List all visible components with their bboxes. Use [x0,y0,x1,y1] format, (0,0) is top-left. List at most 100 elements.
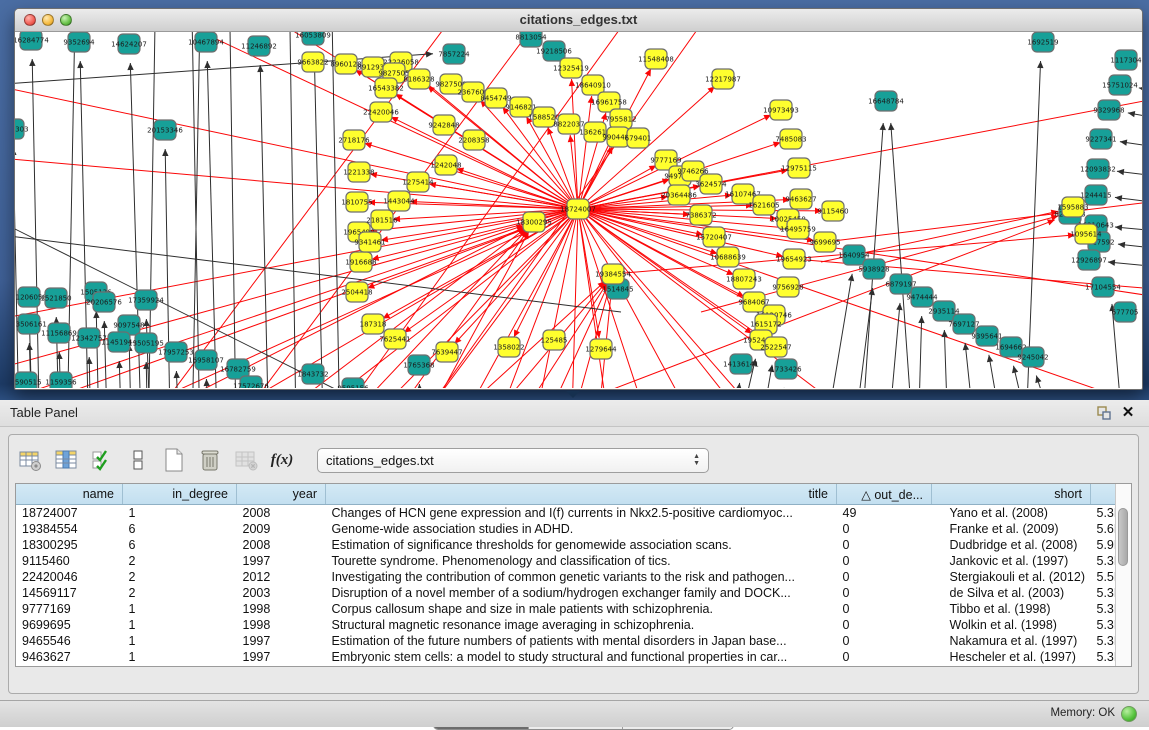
graph-node[interactable]: 7625441 [379,329,410,349]
cell-year[interactable]: 1997 [237,553,326,569]
table-row[interactable]: 911546021997Tourette syndrome. Phenomeno… [16,553,1132,569]
graph-node[interactable]: 9227341 [1085,129,1116,149]
cell-year[interactable]: 2012 [237,569,326,585]
graph-node[interactable]: 2061303 [15,119,29,139]
graph-node[interactable]: 1159356 [45,372,77,388]
graph-node[interactable]: 9352694 [63,32,95,52]
graph-node[interactable]: 18807243 [726,269,762,289]
graph-node[interactable]: 9595156 [337,378,369,388]
split-pane-grabber[interactable] [566,391,580,398]
graph-node[interactable]: 9590515 [15,372,42,388]
graph-node[interactable]: 2208358 [458,130,489,150]
graph-node[interactable]: 9115460 [817,201,848,221]
graph-node[interactable]: 125485 [541,330,568,350]
cell-name[interactable]: 19384554 [16,521,123,537]
graph-node[interactable]: 1221338 [343,162,374,182]
cell-in_degree[interactable]: 1 [123,633,237,649]
cell-year[interactable]: 2008 [237,537,326,553]
graph-node[interactable]: 16284774 [15,32,49,50]
table-row[interactable]: 1872400712008Changes of HCN gene express… [16,505,1132,522]
graph-node[interactable]: 9699695 [809,232,840,252]
graph-node[interactable]: 16648784 [868,91,904,111]
graph-node[interactable]: 5938928 [858,259,889,279]
select-all-rows-icon[interactable] [89,447,115,473]
graph-node[interactable]: 1242048 [430,155,461,175]
table-select-dropdown[interactable]: citations_edges.txt ▲▼ [317,448,709,473]
graph-node[interactable]: 1733426 [770,359,802,379]
network-window[interactable]: citations_edges.txt 16284774 9352694 14624… [14,8,1143,390]
graph-node[interactable]: 9756928 [772,277,803,297]
column-header-in_degree[interactable]: in_degree [123,484,237,505]
graph-node[interactable]: 15751024 [1102,75,1138,95]
graph-node[interactable]: 12093832 [1080,159,1116,179]
table-row[interactable]: 946362711997Embryonic stem cells: a mode… [16,649,1132,665]
graph-node[interactable]: 15720407 [696,227,732,247]
cell-title[interactable]: Investigating the contribution of common… [326,569,837,585]
graph-node[interactable]: 1692519 [1027,32,1058,52]
table-row[interactable]: 977716911998Corpus callosum shape and si… [16,601,1132,617]
cell-title[interactable]: Corpus callosum shape and size in male p… [326,601,837,617]
cell-out_de[interactable]: 0 [837,569,932,585]
window-titlebar[interactable]: citations_edges.txt [15,9,1142,32]
cell-in_degree[interactable]: 2 [123,585,237,601]
graph-node[interactable]: 1117304 [1110,50,1142,70]
cell-short[interactable]: Wolkin et al. (1998) [932,617,1091,633]
cell-in_degree[interactable]: 1 [123,601,237,617]
graph-node[interactable]: 1275414 [402,172,434,192]
column-header-year[interactable]: year [237,484,326,505]
graph-node[interactable]: 677705 [1112,302,1139,322]
graph-node[interactable]: 9329968 [1093,100,1124,120]
graph-node[interactable]: 1916688 [345,252,376,272]
cell-out_de[interactable]: 0 [837,633,932,649]
cell-in_degree[interactable]: 2 [123,569,237,585]
table-row[interactable]: 969969511998Structural magnetic resonanc… [16,617,1132,633]
column-header-out_de[interactable]: △ out_de... [837,484,932,505]
function-builder-icon[interactable]: f(x) [269,447,295,473]
graph-node[interactable]: 679401 [625,128,652,148]
cell-short[interactable]: Franke et al. (2009) [932,521,1091,537]
cell-title[interactable]: Embryonic stem cells: a model to study s… [326,649,837,665]
new-column-icon[interactable] [161,447,187,473]
graph-node[interactable]: 187318 [360,314,387,334]
cell-name[interactable]: 9115460 [16,553,123,569]
cell-name[interactable]: 9777169 [16,601,123,617]
cell-title[interactable]: Estimation of significance thresholds fo… [326,537,837,553]
cell-out_de[interactable]: 0 [837,537,932,553]
cell-in_degree[interactable]: 6 [123,537,237,553]
graph-node[interactable]: 14624207 [111,34,147,54]
graph-node[interactable]: 12217987 [705,69,741,89]
cell-short[interactable]: Hescheler et al. (1997) [932,649,1091,665]
cell-year[interactable]: 1998 [237,617,326,633]
cell-year[interactable]: 2008 [237,505,326,522]
cell-title[interactable]: Estimation of the future numbers of pati… [326,633,837,649]
graph-node[interactable]: 9341461 [354,232,385,252]
cell-year[interactable]: 2009 [237,521,326,537]
cell-name[interactable]: 9465546 [16,633,123,649]
cell-year[interactable]: 1998 [237,601,326,617]
column-settings-icon[interactable] [17,447,43,473]
graph-node[interactable]: 17104554 [1085,277,1121,297]
network-canvas[interactable]: 1628477493526941462420710467894112468921… [15,32,1142,388]
cell-title[interactable]: Changes of HCN gene expression and I(f) … [326,505,837,522]
graph-node[interactable]: 14136141 [723,354,759,374]
graph-node[interactable]: 3624574 [695,174,727,194]
graph-node[interactable]: 2522547 [760,337,791,357]
graph-node[interactable]: 9242848 [428,115,459,135]
graph-node[interactable]: 7857224 [438,44,470,64]
cell-short[interactable]: Dudbridge et al. (2008) [932,537,1091,553]
column-header-name[interactable]: name [16,484,123,505]
cell-short[interactable]: Nakamura et al. (1997) [932,633,1091,649]
cell-title[interactable]: Structural magnetic resonance image aver… [326,617,837,633]
graph-node[interactable]: 12975115 [781,158,817,178]
graph-node[interactable]: 8186328 [403,69,434,89]
cell-in_degree[interactable]: 2 [123,553,237,569]
cell-out_de[interactable]: 0 [837,601,932,617]
graph-node[interactable]: 9663822 [297,52,328,72]
cell-in_degree[interactable]: 1 [123,505,237,522]
cell-title[interactable]: Genome-wide association studies in ADHD. [326,521,837,537]
row-height-icon[interactable] [125,447,151,473]
cell-out_de[interactable]: 0 [837,649,932,665]
cell-out_de[interactable]: 0 [837,585,932,601]
cell-year[interactable]: 1997 [237,649,326,665]
cell-name[interactable]: 18724007 [16,505,123,522]
